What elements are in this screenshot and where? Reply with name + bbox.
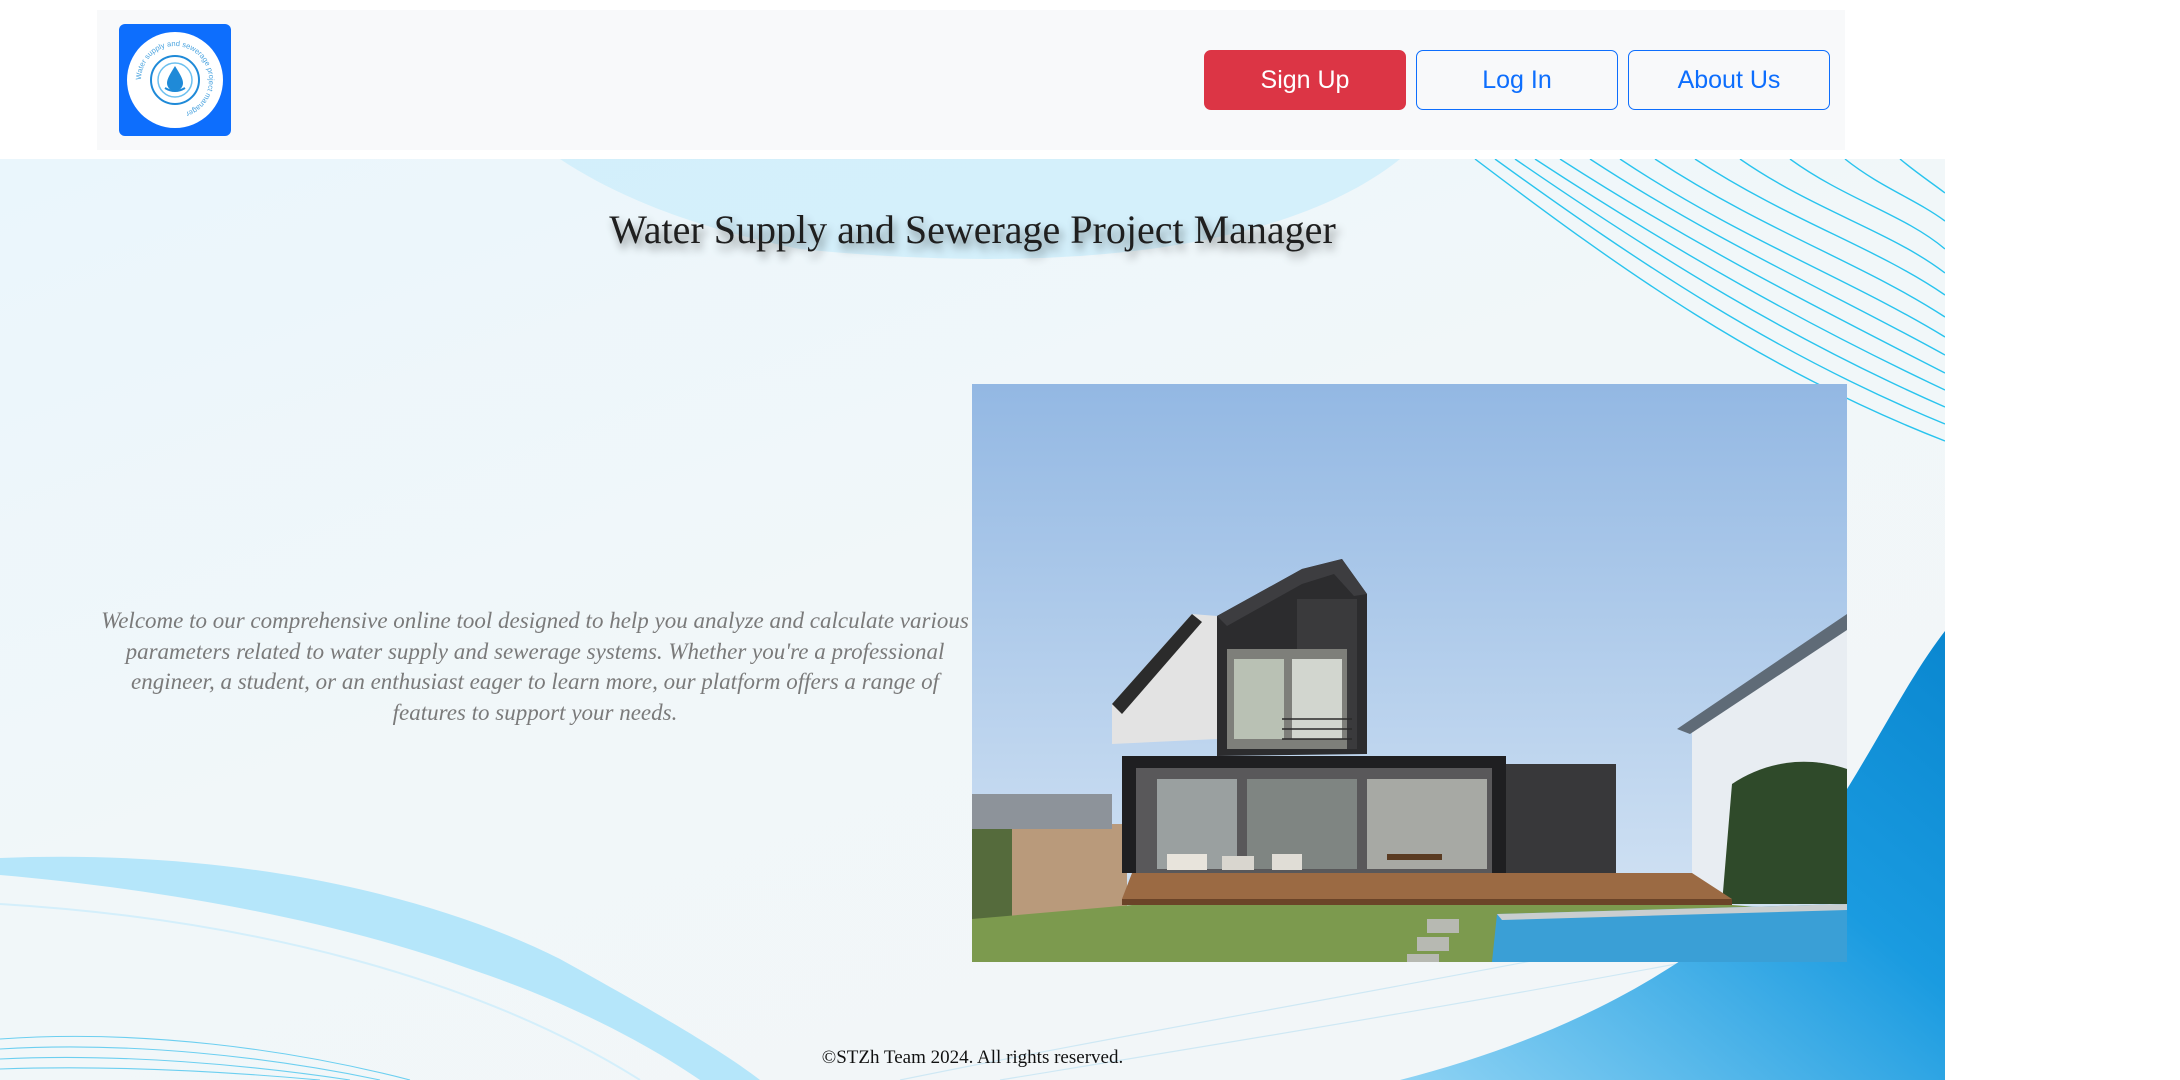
intro-paragraph: Welcome to our comprehensive online tool… <box>101 608 969 725</box>
brand-logo[interactable]: Water supply and sewerage project manage… <box>119 24 231 136</box>
navbar: Water supply and sewerage project manage… <box>97 10 1845 150</box>
nav-buttons: Sign Up Log In About Us <box>1204 50 1830 110</box>
water-drop-icon: Water supply and sewerage project manage… <box>127 32 223 128</box>
hero-section: Water Supply and Sewerage Project Manage… <box>0 159 1945 1080</box>
page-title: Water Supply and Sewerage Project Manage… <box>609 207 1336 252</box>
signup-button[interactable]: Sign Up <box>1204 50 1406 110</box>
house-image <box>972 384 1847 962</box>
login-button[interactable]: Log In <box>1416 50 1618 110</box>
footer-copyright: ©STZh Team 2024. All rights reserved. <box>821 1047 1124 1068</box>
about-us-button[interactable]: About Us <box>1628 50 1830 110</box>
